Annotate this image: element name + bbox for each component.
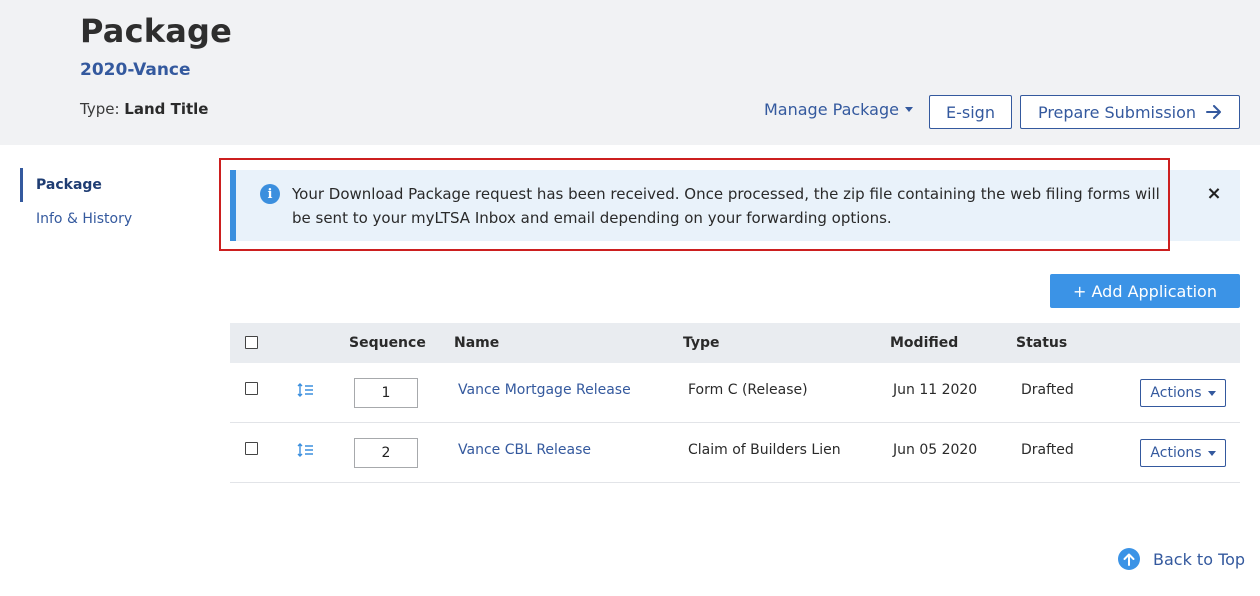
close-icon[interactable]: ×	[1204, 183, 1224, 204]
type-value: Land Title	[124, 100, 209, 118]
actions-dropdown[interactable]: Actions	[1140, 439, 1226, 467]
select-all-checkbox[interactable]	[245, 336, 258, 349]
application-status: Drafted	[1021, 382, 1074, 398]
side-navigation: Package Info & History	[20, 168, 200, 236]
page-header: Package 2020-Vance Type: Land Title Mana…	[0, 0, 1260, 145]
header-sequence: Sequence	[349, 335, 426, 351]
esign-label: E-sign	[946, 102, 995, 122]
package-type: Type: Land Title	[80, 100, 208, 118]
prepare-submission-button[interactable]: Prepare Submission	[1020, 95, 1240, 129]
actions-label: Actions	[1150, 385, 1202, 401]
header-modified: Modified	[890, 335, 959, 351]
prepare-submission-label: Prepare Submission	[1037, 102, 1197, 122]
table-header: Sequence Name Type Modified Status	[230, 323, 1240, 363]
arrow-right-icon	[1206, 105, 1222, 119]
actions-label: Actions	[1150, 445, 1202, 461]
back-to-top-label: Back to Top	[1153, 549, 1246, 569]
actions-dropdown[interactable]: Actions	[1140, 379, 1226, 407]
caret-down-icon	[1207, 450, 1216, 456]
application-name-link[interactable]: Vance Mortgage Release	[458, 382, 631, 398]
arrow-up-icon	[1118, 548, 1140, 570]
esign-button[interactable]: E-sign	[929, 95, 1012, 129]
row-checkbox[interactable]	[245, 442, 258, 455]
row-checkbox[interactable]	[245, 382, 258, 395]
header-status: Status	[1016, 335, 1068, 351]
manage-package-dropdown[interactable]: Manage Package	[764, 100, 913, 119]
header-type: Type	[683, 335, 720, 351]
reorder-icon[interactable]	[297, 382, 315, 397]
manage-package-label: Manage Package	[764, 100, 899, 119]
add-application-button[interactable]: + Add Application	[1050, 274, 1240, 308]
info-alert: i Your Download Package request has been…	[230, 170, 1240, 241]
application-modified: Jun 05 2020	[893, 442, 978, 458]
application-modified: Jun 11 2020	[893, 382, 978, 398]
back-to-top-link[interactable]: Back to Top	[1118, 548, 1245, 570]
alert-message: Your Download Package request has been r…	[292, 185, 1160, 227]
applications-table: Sequence Name Type Modified Status Vance…	[230, 323, 1240, 483]
table-row: Vance CBL Release Claim of Builders Lien…	[230, 423, 1240, 483]
type-label: Type:	[80, 100, 120, 118]
caret-down-icon	[904, 107, 913, 112]
info-icon: i	[260, 184, 280, 204]
reorder-icon[interactable]	[297, 442, 315, 457]
application-name-link[interactable]: Vance CBL Release	[458, 442, 591, 458]
add-application-label: + Add Application	[1073, 281, 1217, 301]
table-row: Vance Mortgage Release Form C (Release) …	[230, 363, 1240, 423]
application-type: Form C (Release)	[688, 382, 808, 398]
package-name: 2020-Vance	[80, 60, 191, 80]
nav-item-package[interactable]: Package	[20, 168, 200, 202]
sequence-input[interactable]	[354, 438, 418, 468]
nav-item-info-history[interactable]: Info & History	[20, 202, 200, 236]
application-type: Claim of Builders Lien	[688, 442, 841, 458]
sequence-input[interactable]	[354, 378, 418, 408]
caret-down-icon	[1207, 390, 1216, 396]
header-name: Name	[454, 335, 500, 351]
page-title: Package	[80, 12, 233, 50]
application-status: Drafted	[1021, 442, 1074, 458]
